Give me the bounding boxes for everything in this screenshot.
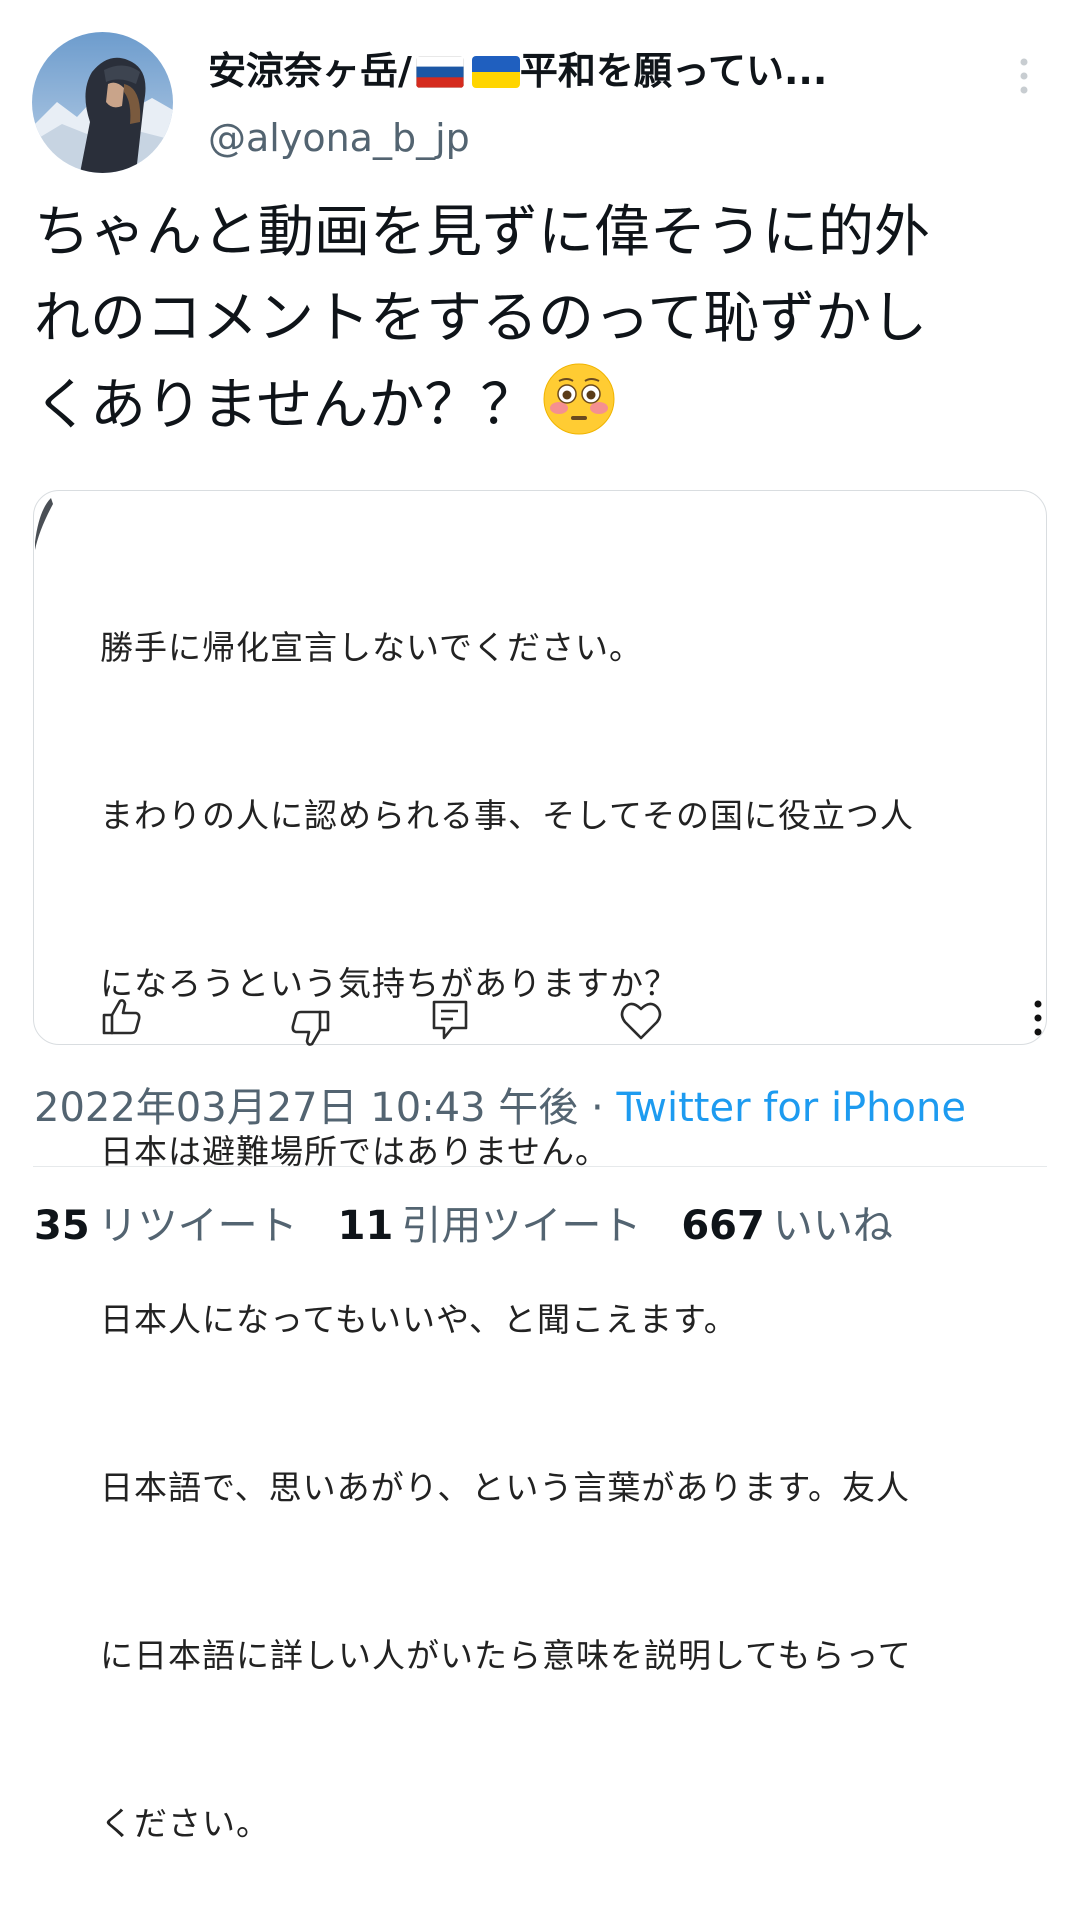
flushed-face-emoji-icon	[542, 362, 616, 436]
more-options-icon[interactable]	[1012, 56, 1036, 96]
likes-stat[interactable]: 667 いいね	[681, 1198, 893, 1254]
likes-count: 667	[681, 1203, 765, 1249]
quoted-comment-line: になろうという気持ちがありますか？	[100, 964, 678, 1003]
quotes-stat[interactable]: 11 引用ツイート	[338, 1198, 642, 1254]
author-display-name[interactable]: 安涼奈ヶ岳/ 平和を願ってい...	[208, 46, 827, 96]
avatar-photo	[32, 32, 173, 173]
quoted-comment-line: に日本語に詳しい人がいたら意味を説明してもらって	[100, 1636, 912, 1675]
tweet-stats: 35 リツイート 11 引用ツイート 667 いいね	[34, 1198, 933, 1254]
meta-separator: ·	[591, 1085, 604, 1131]
russia-flag-icon	[415, 56, 464, 88]
tweet-source-link[interactable]: Twitter for iPhone	[616, 1085, 966, 1131]
retweets-label: リツイート	[97, 1203, 298, 1249]
more-vertical-icon[interactable]	[1026, 998, 1050, 1046]
heart-icon[interactable]	[617, 996, 665, 1044]
quoted-comment-line: まわりの人に認められる事、そしてその国に役立つ人	[100, 796, 915, 835]
likes-label: いいね	[772, 1203, 893, 1249]
thumbs-down-icon[interactable]	[286, 1004, 334, 1052]
tweet-timestamp[interactable]: 2022年03月27日 10:43 午後	[34, 1085, 578, 1131]
quote-card-edge-mark	[33, 490, 55, 550]
display-name-tail: 平和を願ってい...	[519, 49, 828, 93]
tweet-text-body: ちゃんと動画を見ずに偉そうに的外 れのコメントをするのって恥ずかし くありません…	[34, 200, 930, 438]
tweet-meta: 2022年03月27日 10:43 午後 · Twitter for iPhon…	[34, 1080, 966, 1136]
retweets-count: 35	[34, 1203, 90, 1249]
thumbs-up-icon[interactable]	[98, 993, 146, 1041]
quoted-comment-line: 勝手に帰化宣言しないでください。	[100, 628, 644, 667]
quoted-comment-line: ください。	[100, 1804, 270, 1843]
author-avatar[interactable]	[32, 32, 173, 173]
display-name-text: 安涼奈ヶ岳/	[208, 49, 412, 93]
retweets-stat[interactable]: 35 リツイート	[34, 1198, 298, 1254]
quoted-comment-line: 日本語で、思いあがり、という言葉があります。友人	[100, 1468, 911, 1507]
author-handle[interactable]: @alyona_b_jp	[208, 113, 470, 163]
reply-comment-icon[interactable]	[426, 996, 474, 1044]
ukraine-flag-icon	[471, 56, 520, 88]
quotes-label: 引用ツイート	[401, 1203, 642, 1249]
tweet-text: ちゃんと動画を見ずに偉そうに的外 れのコメントをするのって恥ずかし くありません…	[34, 190, 1054, 449]
quoted-comment-line: 日本人になってもいいや、と聞こえます。	[100, 1300, 738, 1339]
quotes-count: 11	[337, 1203, 394, 1249]
stats-divider	[33, 1166, 1047, 1167]
